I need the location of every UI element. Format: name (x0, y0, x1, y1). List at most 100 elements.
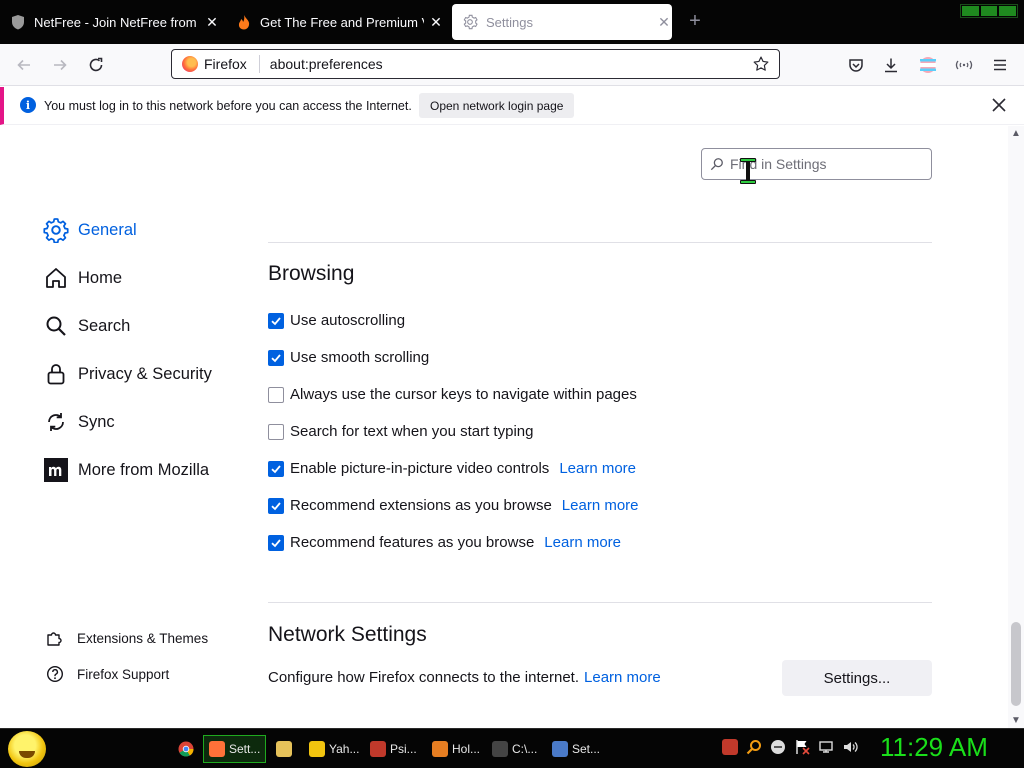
category-general[interactable]: General (42, 206, 252, 254)
taskbar-item[interactable]: Sett... (203, 735, 267, 763)
arrow-left-icon (17, 59, 30, 71)
address-bar[interactable]: Firefox about:preferences (171, 49, 780, 79)
firefox-support-label: Firefox Support (77, 666, 170, 682)
category-mozilla[interactable]: More from Mozilla (42, 446, 252, 494)
option-row[interactable]: Always use the cursor keys to navigate w… (268, 376, 928, 413)
close-tab-icon[interactable]: ✕ (428, 14, 444, 30)
search-icon (42, 312, 70, 340)
start-button[interactable] (8, 731, 46, 767)
search-tray-icon[interactable] (746, 739, 762, 755)
option-label[interactable]: Search for text when you start typing (290, 423, 533, 440)
taskbar-item-label: C:\... (512, 742, 538, 756)
chrome-icon (178, 741, 194, 757)
taskbar-item[interactable] (270, 735, 302, 763)
extension-button[interactable] (951, 52, 977, 78)
window-controls[interactable] (960, 4, 1018, 18)
tab-strip: NetFree - Join NetFree from our ✕ Get Th… (0, 0, 1024, 44)
gear-icon (42, 216, 70, 244)
option-label[interactable]: Recommend extensions as you browse (290, 497, 552, 514)
status-tray-icon[interactable] (770, 739, 786, 755)
identity-box[interactable]: Firefox (172, 50, 247, 78)
network-tray-icon[interactable] (818, 739, 834, 755)
taskbar-item[interactable]: Hol... (426, 735, 486, 763)
close-icon[interactable] (990, 96, 1008, 114)
account-button[interactable] (915, 52, 941, 78)
category-sync[interactable]: Sync (42, 398, 252, 446)
clock[interactable]: 11:29 AM (880, 732, 988, 763)
tab-title: Settings (486, 14, 533, 30)
app-icon (370, 741, 386, 757)
category-list: General Home Search Privacy & Security S… (42, 206, 252, 494)
reload-button[interactable] (83, 52, 109, 78)
taskbar: Sett... Yah... Psi... Hol... C:\... Set... 11… (0, 728, 1024, 768)
taskbar-item[interactable]: Set... (546, 735, 606, 763)
taskbar-item[interactable]: C:\... (486, 735, 543, 763)
bookmark-star-icon[interactable] (749, 52, 773, 76)
option-row[interactable]: Recommend extensions as you browse Learn … (268, 487, 928, 524)
pocket-button[interactable] (843, 52, 869, 78)
volume-tray-icon[interactable] (842, 739, 858, 755)
menu-button[interactable] (987, 52, 1013, 78)
learn-more-link[interactable]: Learn more (562, 497, 639, 514)
learn-more-link[interactable]: Learn more (559, 460, 636, 477)
sidebar-footer: Extensions & Themes Firefox Support (44, 620, 244, 692)
search-input[interactable]: Find in Settings (701, 148, 932, 180)
mozilla-icon (42, 456, 70, 484)
downloads-button[interactable] (878, 52, 904, 78)
back-button[interactable] (11, 52, 37, 78)
option-label[interactable]: Use smooth scrolling (290, 349, 429, 366)
category-label: Privacy & Security (78, 364, 212, 383)
learn-more-link[interactable]: Learn more (544, 534, 621, 551)
info-icon: i (20, 97, 36, 113)
chrome-quicklaunch[interactable] (172, 735, 200, 763)
tab-title: NetFree - Join NetFree from our (34, 14, 200, 30)
app-icon (432, 741, 448, 757)
captive-portal-notification: i You must log in to this network before… (0, 87, 1024, 125)
option-row[interactable]: Enable picture-in-picture video controls… (268, 450, 928, 487)
checkbox-unchecked[interactable] (268, 386, 284, 403)
close-tab-icon[interactable]: ✕ (656, 14, 672, 30)
checkbox-checked[interactable] (268, 312, 284, 329)
taskbar-item[interactable]: Psi... (364, 735, 423, 763)
option-row[interactable]: Use autoscrolling (268, 302, 928, 339)
option-row[interactable]: Use smooth scrolling (268, 339, 928, 376)
taskbar-item[interactable]: Yah... (303, 735, 365, 763)
category-privacy[interactable]: Privacy & Security (42, 350, 252, 398)
scrollbar[interactable]: ▲ ▼ (1008, 126, 1024, 728)
category-home[interactable]: Home (42, 254, 252, 302)
tab-netfree[interactable]: NetFree - Join NetFree from our ✕ (0, 4, 220, 40)
open-login-page-button[interactable]: Open network login page (419, 93, 575, 118)
close-tab-icon[interactable]: ✕ (204, 14, 220, 30)
option-label[interactable]: Always use the cursor keys to navigate w… (290, 386, 637, 403)
scroll-down-icon[interactable]: ▼ (1011, 715, 1021, 726)
scrollbar-thumb[interactable] (1011, 622, 1021, 706)
checkmark-icon (271, 501, 281, 510)
checkbox-unchecked[interactable] (268, 423, 284, 440)
checkbox-checked[interactable] (268, 349, 284, 366)
option-label[interactable]: Enable picture-in-picture video controls (290, 460, 549, 477)
option-label[interactable]: Use autoscrolling (290, 312, 405, 329)
option-row[interactable]: Search for text when you start typing (268, 413, 928, 450)
network-settings-button[interactable]: Settings... (782, 660, 932, 696)
option-label[interactable]: Recommend features as you browse (290, 534, 534, 551)
tab-vpn[interactable]: Get The Free and Premium VPN ✕ (226, 4, 444, 40)
forward-button[interactable] (47, 52, 73, 78)
option-row[interactable]: Recommend features as you browse Learn mo… (268, 524, 928, 561)
flag-tray-icon[interactable] (794, 739, 810, 755)
checkbox-checked[interactable] (268, 534, 284, 551)
tab-settings[interactable]: Settings ✕ (452, 4, 672, 40)
category-search[interactable]: Search (42, 302, 252, 350)
extensions-themes-link[interactable]: Extensions & Themes (44, 620, 244, 656)
new-tab-button[interactable]: + (684, 10, 706, 32)
taskbar-item-label: Sett... (229, 742, 261, 756)
learn-more-link[interactable]: Learn more (584, 669, 661, 686)
checkbox-checked[interactable] (268, 460, 284, 477)
reload-icon (89, 57, 103, 72)
psiphon-tray-icon[interactable] (722, 739, 738, 755)
puzzle-icon (44, 627, 66, 649)
scroll-up-icon[interactable]: ▲ (1011, 128, 1021, 139)
sync-icon (42, 408, 70, 436)
url-text[interactable]: about:preferences (270, 56, 749, 72)
checkbox-checked[interactable] (268, 497, 284, 514)
firefox-support-link[interactable]: Firefox Support (44, 656, 244, 692)
